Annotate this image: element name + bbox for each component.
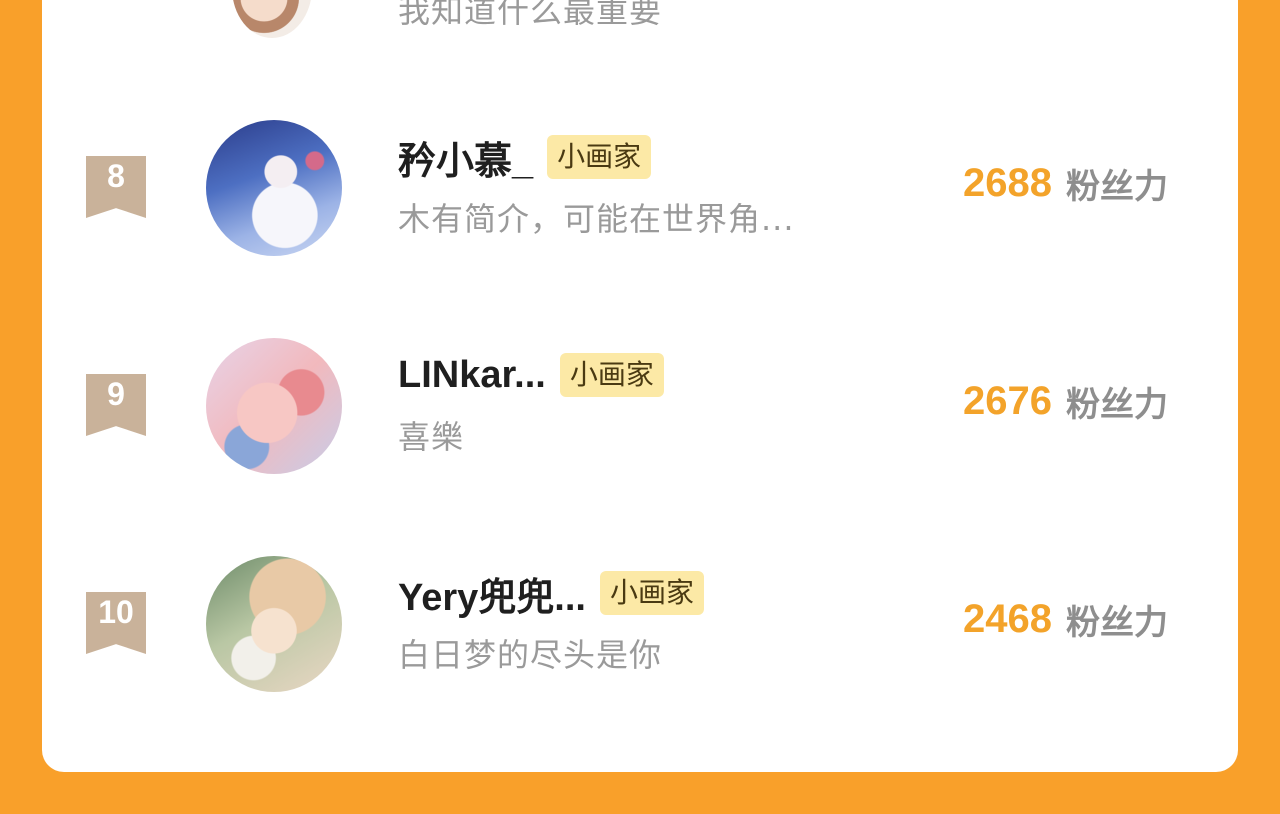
fans-label: 粉丝力 [1066, 602, 1168, 643]
level-badge: 小画家 [599, 571, 704, 615]
user-name[interactable]: LINkar... [398, 354, 546, 397]
list-item[interactable]: 10 Yery兜兜... 小画家 白日梦的尽头是你 2468 粉丝力 [42, 554, 1238, 694]
fans-count: 2676 [963, 378, 1052, 423]
fans-label: 粉丝力 [1066, 166, 1168, 207]
user-description: 木有简介，可能在世界角... [398, 200, 795, 238]
avatar[interactable] [206, 556, 342, 692]
ranking-card: 我知道什么最重要 8 矜小慕_ 小画家 木有简介，可能在世界角... 2688 … [42, 0, 1238, 772]
list-item[interactable]: 8 矜小慕_ 小画家 木有简介，可能在世界角... 2688 粉丝力 [42, 118, 1238, 258]
user-description: 我知道什么最重要 [398, 0, 663, 30]
avatar[interactable] [232, 0, 312, 38]
fans-label: 粉丝力 [1066, 384, 1168, 425]
fans-count: 2468 [963, 596, 1052, 641]
level-badge: 小画家 [547, 135, 652, 179]
user-name[interactable]: 矜小慕_ [398, 130, 533, 185]
list-item[interactable]: 9 LINkar... 小画家 喜樂 2676 粉丝力 [42, 336, 1238, 476]
rank-number: 8 [107, 158, 125, 194]
rank-number: 10 [98, 594, 134, 630]
avatar[interactable] [206, 120, 342, 256]
user-name[interactable]: Yery兜兜... [398, 566, 586, 621]
fans-count: 2688 [963, 160, 1052, 205]
user-description: 白日梦的尽头是你 [398, 636, 663, 674]
level-badge: 小画家 [559, 353, 664, 397]
rank-number: 9 [107, 376, 125, 412]
list-item-partial[interactable]: 我知道什么最重要 [42, 0, 1238, 38]
rank-flag: 8 [86, 156, 146, 218]
rank-flag: 9 [86, 374, 146, 436]
avatar[interactable] [206, 338, 342, 474]
rank-flag: 10 [86, 592, 146, 654]
user-description: 喜樂 [398, 418, 465, 456]
